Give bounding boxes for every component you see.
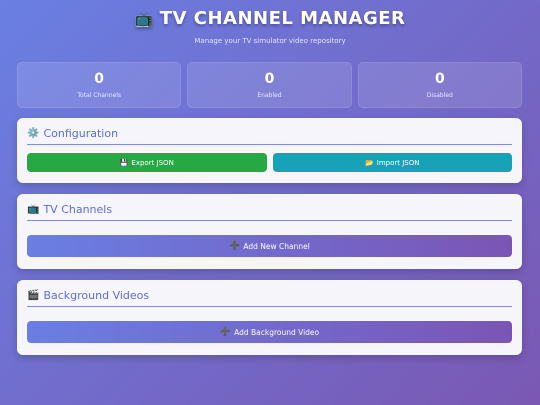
background-videos-title: 🎬 Background Videos (27, 289, 512, 307)
import-json-label: Import JSON (376, 158, 420, 167)
stat-enabled: 0 Enabled (187, 62, 352, 108)
page-title-text: TV CHANNEL MANAGER (159, 8, 406, 29)
plus-icon: ➕ (229, 241, 241, 251)
stats-row: 0 Total Channels 0 Enabled 0 Disabled (17, 62, 522, 108)
stat-label: Enabled (257, 91, 282, 99)
stat-value: 0 (94, 70, 105, 87)
configuration-title: ⚙️ Configuration (27, 127, 512, 145)
stat-value: 0 (264, 70, 275, 87)
floppy-disk-icon: 💾 (119, 158, 129, 167)
configuration-title-text: Configuration (43, 127, 119, 140)
configuration-actions: 💾 Export JSON 📂 Import JSON (27, 153, 512, 172)
import-json-button[interactable]: 📂 Import JSON (272, 153, 512, 172)
tv-icon: 📺 (27, 204, 40, 215)
tv-channels-title-text: TV Channels (43, 203, 113, 216)
stat-label: Disabled (426, 91, 453, 99)
page-subtitle: Manage your TV simulator video repositor… (194, 37, 346, 45)
clapperboard-icon: 🎬 (27, 290, 40, 301)
background-videos-title-text: Background Videos (43, 289, 150, 302)
page-header: 📺 TV CHANNEL MANAGER Manage your TV simu… (0, 8, 540, 45)
page-title: 📺 TV CHANNEL MANAGER (135, 8, 406, 29)
gear-icon: ⚙️ (27, 128, 40, 139)
folder-icon: 📂 (365, 158, 374, 167)
background-videos-card: 🎬 Background Videos ➕ Add Background Vid… (17, 280, 522, 355)
stat-value: 0 (434, 70, 445, 87)
export-json-button[interactable]: 💾 Export JSON (27, 153, 267, 172)
add-channel-label: Add New Channel (243, 241, 310, 251)
tv-channels-card: 📺 TV Channels ➕ Add New Channel (17, 194, 522, 269)
export-json-label: Export JSON (131, 158, 174, 167)
plus-icon: ➕ (219, 327, 232, 337)
tv-channels-title: 📺 TV Channels (27, 203, 512, 221)
add-channel-button[interactable]: ➕ Add New Channel (27, 235, 512, 257)
stat-label: Total Channels (77, 91, 121, 99)
stat-disabled: 0 Disabled (357, 62, 522, 108)
configuration-card: ⚙️ Configuration 💾 Export JSON 📂 Import … (17, 118, 522, 183)
tv-icon: 📺 (134, 9, 154, 28)
add-background-video-button[interactable]: ➕ Add Background Video (27, 321, 512, 343)
stat-total-channels: 0 Total Channels (17, 62, 182, 108)
add-background-video-label: Add Background Video (234, 327, 320, 337)
